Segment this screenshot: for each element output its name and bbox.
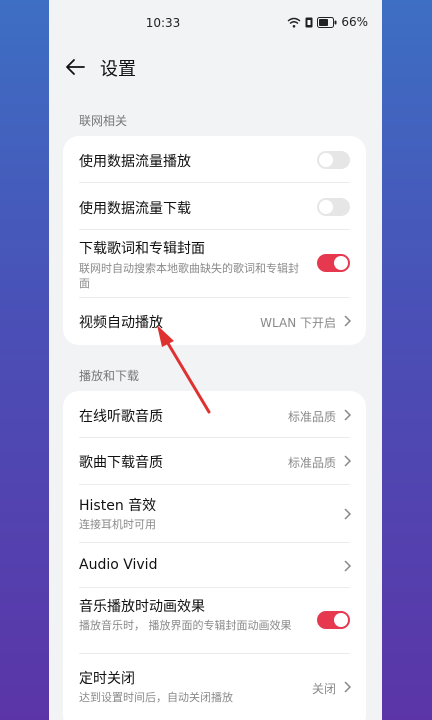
status-time: 10:33 xyxy=(145,16,181,30)
row-value: 关闭 xyxy=(311,682,336,696)
row-title: 视频自动播放 xyxy=(79,315,163,331)
row-title: 下载歌词和专辑封面 xyxy=(79,241,205,257)
row-histen[interactable]: Histen 音效 连接耳机时可用 xyxy=(63,485,366,543)
row-subtitle: 播放音乐时， 播放界面的专辑封面动画效果 xyxy=(79,619,292,632)
row-subtitle: 连接耳机时可用 xyxy=(79,518,156,531)
chevron-right-icon xyxy=(344,508,352,520)
card-playback: 在线听歌音质 标准品质 歌曲下载音质 标准品质 Histen 音效 连接耳机时可… xyxy=(63,391,366,720)
page-title: 设置 xyxy=(100,59,136,80)
row-value: 标准品质 xyxy=(287,456,336,470)
chevron-right-icon xyxy=(344,315,352,327)
back-arrow-icon[interactable] xyxy=(63,55,87,79)
row-sleep-timer[interactable]: 定时关闭 达到设置时间后，自动关闭播放 关闭 xyxy=(63,654,366,714)
row-title: 歌曲下载音质 xyxy=(79,455,163,471)
chevron-right-icon xyxy=(344,560,352,572)
row-mobile-data-play[interactable]: 使用数据流量播放 xyxy=(63,136,366,183)
row-download-lyrics-cover[interactable]: 下载歌词和专辑封面 联网时自动搜索本地歌曲缺失的歌词和专辑封面 xyxy=(63,230,366,298)
row-title: 音乐播放时动画效果 xyxy=(79,599,205,615)
phone-screen: 10:33 66% 设置 联网相关 使用数据流量播放 使用数据流量下载 下载歌词… xyxy=(49,0,382,720)
battery-level: 66% xyxy=(341,15,368,29)
wifi-icon xyxy=(287,17,301,28)
toggle-animation-effect[interactable] xyxy=(317,611,350,629)
row-title: 使用数据流量下载 xyxy=(79,201,191,217)
row-download-quality[interactable]: 歌曲下载音质 标准品质 xyxy=(63,438,366,485)
toggle-download-lyrics-cover[interactable] xyxy=(317,254,350,272)
section-label-network: 联网相关 xyxy=(79,114,128,128)
toggle-mobile-data-play[interactable] xyxy=(317,151,350,169)
status-icons: 66% xyxy=(287,15,368,29)
battery-icon xyxy=(317,16,337,28)
row-subtitle: 联网时自动搜索本地歌曲缺失的歌词和专辑封面 xyxy=(79,262,299,290)
row-online-quality[interactable]: 在线听歌音质 标准品质 xyxy=(63,391,366,438)
row-title: Histen 音效 xyxy=(79,498,157,514)
row-value: 标准品质 xyxy=(287,410,336,424)
row-video-autoplay[interactable]: 视频自动播放 WLAN 下开启 xyxy=(63,298,366,345)
row-value: WLAN 下开启 xyxy=(260,316,336,330)
card-network: 使用数据流量播放 使用数据流量下载 下载歌词和专辑封面 联网时自动搜索本地歌曲缺… xyxy=(63,136,366,345)
row-title: 使用数据流量播放 xyxy=(79,154,191,170)
chevron-right-icon xyxy=(344,455,352,467)
row-title: Audio Vivid xyxy=(79,557,158,573)
row-audio-vivid[interactable]: Audio Vivid xyxy=(63,543,366,588)
chevron-right-icon xyxy=(344,409,352,421)
row-animation-effect[interactable]: 音乐播放时动画效果 播放音乐时， 播放界面的专辑封面动画效果 xyxy=(63,588,366,654)
row-mobile-data-download[interactable]: 使用数据流量下载 xyxy=(63,183,366,230)
row-subtitle: 达到设置时间后，自动关闭播放 xyxy=(79,691,233,704)
toggle-mobile-data-download[interactable] xyxy=(317,198,350,216)
row-title: 在线听歌音质 xyxy=(79,409,163,425)
chevron-right-icon xyxy=(344,681,352,693)
header: 设置 xyxy=(49,46,382,92)
row-title: 定时关闭 xyxy=(79,671,135,687)
sim-icon xyxy=(305,17,313,27)
status-bar: 10:33 66% xyxy=(49,0,382,46)
section-label-playback: 播放和下载 xyxy=(79,369,140,383)
